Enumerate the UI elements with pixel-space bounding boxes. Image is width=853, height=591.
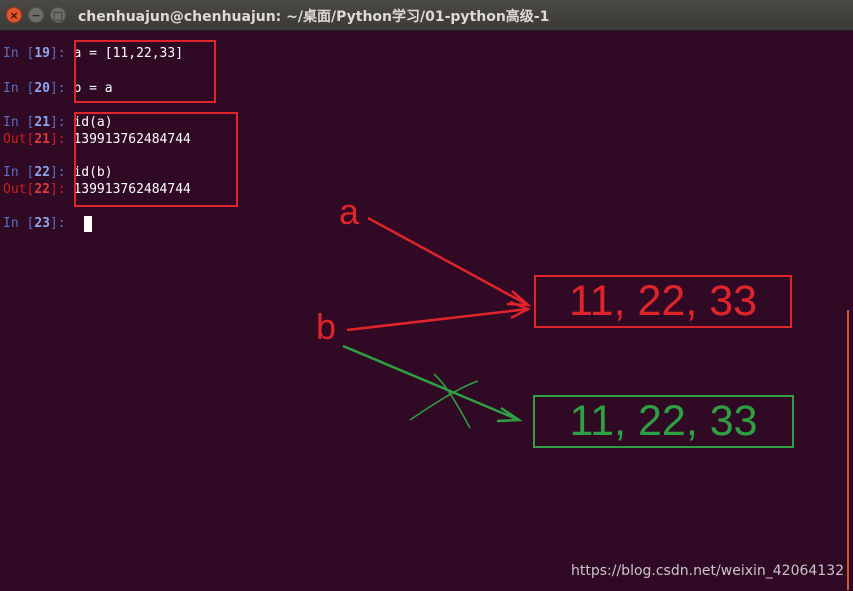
arrow-a-to-red-list xyxy=(367,216,532,307)
cross-out-mark xyxy=(409,373,479,429)
terminal-scrollbar[interactable] xyxy=(847,310,849,590)
label-b: b xyxy=(316,306,337,347)
arrow-b-to-green-list xyxy=(342,344,523,423)
red-list-box: 11, 22, 33 xyxy=(534,275,792,328)
label-a: a xyxy=(339,191,360,232)
watermark-text: https://blog.csdn.net/weixin_42064132 xyxy=(571,563,845,579)
green-list-box: 11, 22, 33 xyxy=(533,395,794,448)
arrow-b-to-red-list xyxy=(346,300,532,332)
